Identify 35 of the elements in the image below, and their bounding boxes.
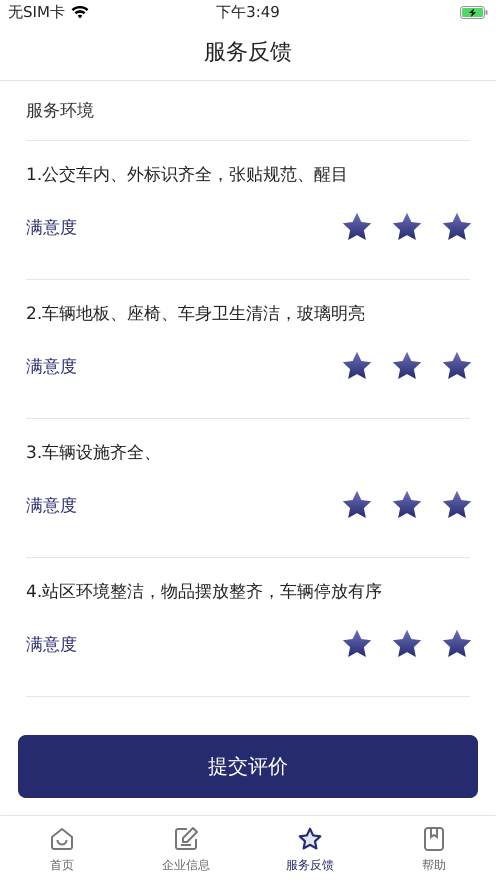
- star-icon[interactable]: [392, 629, 422, 659]
- question-text: 4.站区环境整洁，物品摆放整齐，车辆停放有序: [26, 581, 384, 603]
- battery-icon: [460, 6, 488, 18]
- star-icon: [297, 826, 323, 852]
- star-icon[interactable]: [342, 629, 372, 659]
- satisfaction-label: 满意度: [26, 216, 77, 238]
- edit-icon: [173, 826, 199, 852]
- question-text: 1.公交车内、外标识齐全，张贴规范、醒目: [26, 164, 350, 186]
- tab-item[interactable]: 服务反馈: [248, 816, 372, 884]
- star-icon[interactable]: [442, 629, 472, 659]
- star-icon[interactable]: [392, 212, 422, 242]
- star-icon[interactable]: [392, 490, 422, 520]
- satisfaction-label: 满意度: [26, 356, 77, 378]
- carrier-label: 无SIM卡: [8, 2, 65, 22]
- satisfaction-label: 满意度: [26, 494, 77, 516]
- book-icon: [421, 826, 447, 852]
- star-icon[interactable]: [342, 212, 372, 242]
- home-icon: [49, 826, 75, 852]
- page-title: 服务反馈: [204, 39, 292, 67]
- star-icon[interactable]: [392, 351, 422, 381]
- section-heading: 服务环境: [26, 81, 470, 141]
- tab-item[interactable]: 企业信息: [124, 816, 248, 884]
- star-icon[interactable]: [442, 212, 472, 242]
- star-icon[interactable]: [442, 490, 472, 520]
- satisfaction-label: 满意度: [26, 634, 77, 656]
- tab-item[interactable]: 首页: [0, 816, 124, 884]
- star-icon[interactable]: [342, 490, 372, 520]
- tab-item[interactable]: 帮助: [372, 816, 496, 884]
- submit-button[interactable]: 提交评价: [18, 735, 478, 798]
- star-icon[interactable]: [342, 351, 372, 381]
- star-icon[interactable]: [442, 351, 472, 381]
- question-text: 3.车辆设施齐全、: [26, 442, 162, 464]
- wifi-icon: [70, 6, 89, 18]
- status-time: 下午3:49: [216, 2, 280, 22]
- question-text: 2.车辆地板、座椅、车身卫生清洁，玻璃明亮: [26, 303, 366, 325]
